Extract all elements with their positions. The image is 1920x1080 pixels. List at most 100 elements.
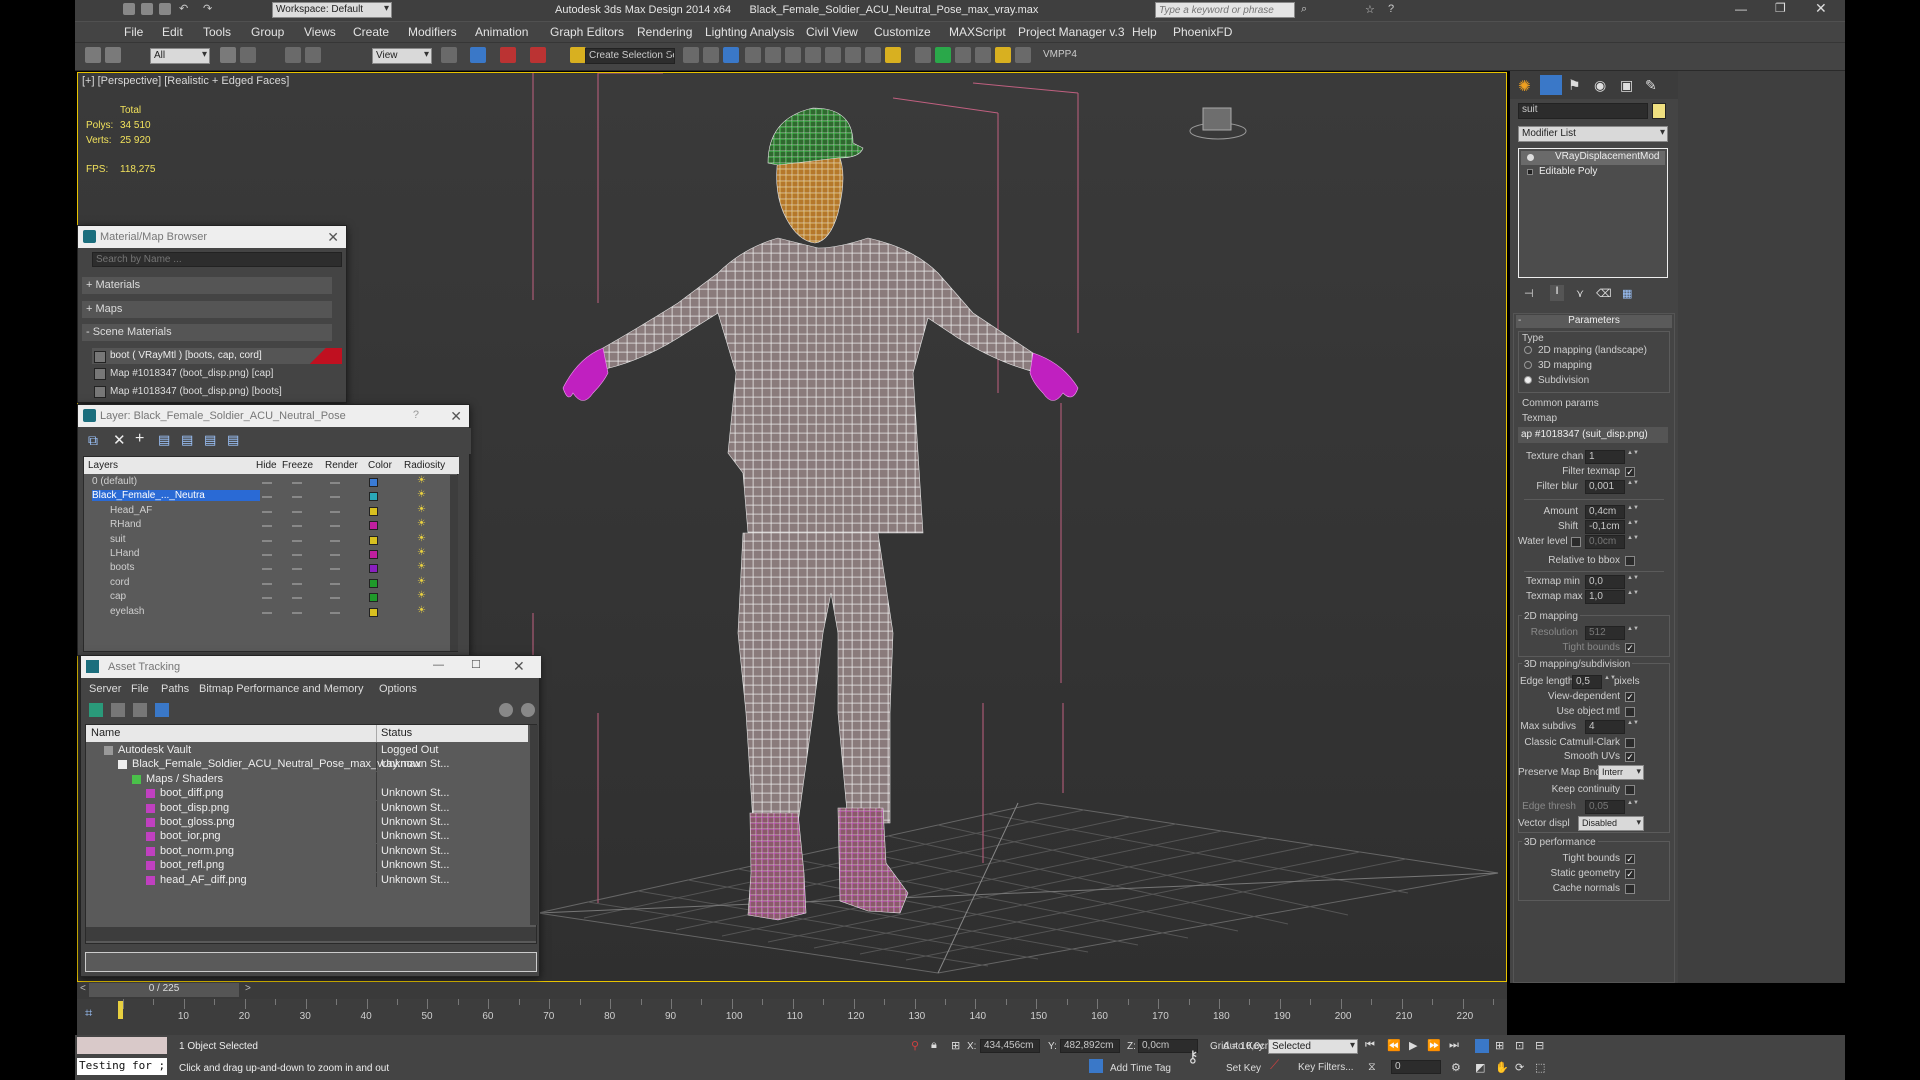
radiosity-icon[interactable]: ☀ (417, 475, 426, 486)
render-toggle-icon[interactable] (330, 582, 340, 585)
preserve-map-dropdown[interactable]: Interr (1598, 765, 1644, 780)
column-status[interactable]: Status (376, 725, 416, 742)
previous-frame-icon[interactable]: ⏪ (1387, 1039, 1401, 1052)
freeze-toggle[interactable] (292, 482, 302, 484)
x-coordinate-field[interactable]: 434,456cm (980, 1039, 1040, 1053)
spinner-icon[interactable]: ▲▼ (1627, 520, 1639, 534)
pin-stack-icon[interactable]: ⊣ (1524, 287, 1534, 300)
layer-list[interactable]: Layers Hide Freeze Render Color Radiosit… (83, 456, 459, 652)
spinner-icon[interactable]: ▲▼ (1627, 720, 1639, 734)
object-color-swatch[interactable] (1652, 103, 1666, 119)
stack-item-vraydisplacement[interactable]: VRayDisplacementMod (1521, 151, 1665, 165)
radiosity-icon[interactable]: ☀ (417, 576, 426, 587)
asset-menu-options[interactable]: Options (379, 683, 417, 695)
radiosity-icon[interactable]: ☀ (417, 561, 426, 572)
time-configuration-icon[interactable]: ⚙ (1451, 1061, 1461, 1074)
utilities-tab-icon[interactable]: ✎ (1645, 77, 1657, 94)
freeze-toggle[interactable] (292, 510, 302, 513)
menu-modifiers[interactable]: Modifiers (408, 25, 457, 39)
spinner-icon[interactable]: ▲▼ (1604, 675, 1616, 689)
make-unique-icon[interactable]: ⋎ (1576, 287, 1584, 300)
link-icon[interactable] (85, 47, 101, 63)
redo-icon[interactable]: ↷ (203, 2, 212, 15)
go-to-start-icon[interactable]: ⏮ (1365, 1039, 1375, 1052)
asset-path-field[interactable] (85, 952, 537, 972)
texture-chan-field[interactable]: 1 (1585, 450, 1625, 464)
frame-counter[interactable]: 0 / 225 (89, 983, 239, 997)
binoculars-icon[interactable]: ⌕ (1301, 3, 1307, 16)
max-subdivs-field[interactable]: 4 (1585, 720, 1625, 734)
time-slider-next-icon[interactable]: > (245, 983, 251, 994)
vray-settings-icon[interactable] (955, 47, 971, 63)
layer-color-swatch[interactable] (369, 478, 378, 487)
asset-horizontal-scrollbar[interactable] (86, 927, 536, 941)
help-icon[interactable]: ? (413, 409, 419, 421)
layer-manager-icon[interactable] (723, 47, 739, 63)
render-toggle-icon[interactable] (330, 611, 340, 614)
menu-project-manager[interactable]: Project Manager v.3 (1018, 25, 1125, 39)
hide-toggle[interactable] (262, 554, 272, 556)
keep-continuity-checkbox[interactable] (1625, 785, 1635, 795)
freeze-toggle[interactable] (292, 496, 302, 499)
freeze-all-icon[interactable]: ▤ (227, 432, 239, 448)
hide-toggle[interactable] (262, 611, 272, 614)
close-icon[interactable]: ✕ (450, 408, 462, 425)
vector-disp-dropdown[interactable]: Disabled (1578, 816, 1644, 831)
maxscript-listener-input[interactable]: Testing for ; (77, 1058, 167, 1075)
texmap-button[interactable]: ap #1018347 (suit_disp.png) (1518, 427, 1668, 443)
named-selection-dropdown[interactable]: Create Selection Se (585, 48, 675, 64)
vmpp-label[interactable]: VMPP4 (1043, 49, 1077, 60)
help-settings-icon[interactable] (521, 703, 535, 717)
collapse-icon[interactable]: - (1518, 315, 1521, 326)
unlink-icon[interactable] (105, 47, 121, 63)
time-slider[interactable]: < 0 / 225 > (77, 982, 1507, 999)
layer-color-swatch[interactable] (369, 492, 378, 502)
star-icon[interactable]: ☆ (1365, 3, 1375, 16)
filter-blur-field[interactable]: 0,001 (1585, 480, 1625, 494)
maximize-viewport-icon[interactable]: ⬚ (1535, 1061, 1545, 1074)
object-name-field[interactable]: suit (1518, 103, 1648, 119)
asset-row[interactable]: head_AF_diff.png Unknown St... (86, 872, 528, 891)
menu-phoenixfd[interactable]: PhoenixFD (1173, 25, 1232, 39)
minimize-icon[interactable]: — (433, 659, 444, 671)
radiosity-icon[interactable]: ☀ (417, 590, 426, 601)
menu-file[interactable]: File (124, 25, 143, 39)
modifier-list-dropdown[interactable]: Modifier List (1518, 126, 1668, 142)
radiosity-icon[interactable]: ☀ (417, 489, 426, 500)
stack-item-editable-poly[interactable]: Editable Poly (1521, 166, 1665, 180)
material-item[interactable]: Map #1018347 (boot_disp.png) [cap] (92, 366, 342, 382)
edit-named-selection-icon[interactable] (570, 47, 586, 63)
render-toggle-icon[interactable] (330, 539, 340, 542)
modifier-stack[interactable]: VRayDisplacementMod Editable Poly (1518, 148, 1668, 278)
hide-toggle[interactable] (262, 582, 272, 585)
y-coordinate-field[interactable]: 482,892cm (1060, 1039, 1120, 1053)
layer-color-swatch[interactable] (369, 564, 378, 574)
layer-color-swatch[interactable] (369, 607, 378, 617)
render-toggle-icon[interactable] (330, 525, 340, 528)
spinner-icon[interactable]: ▲▼ (1627, 575, 1639, 589)
render-toggle-icon[interactable] (330, 554, 340, 556)
menu-create[interactable]: Create (353, 25, 389, 39)
configure-modifier-sets-icon[interactable]: ▦ (1622, 287, 1632, 300)
asset-menu-server[interactable]: Server (89, 683, 121, 695)
close-icon[interactable]: ✕ (1815, 0, 1827, 17)
vray-frame-buffer-icon[interactable] (915, 47, 931, 63)
layer-scrollbar[interactable] (450, 475, 458, 651)
snap-toggle-icon[interactable] (500, 47, 516, 63)
layer-color-swatch[interactable] (369, 578, 378, 588)
column-hide[interactable]: Hide (256, 460, 277, 471)
time-tag-icon[interactable] (1089, 1059, 1103, 1073)
help-icon[interactable] (499, 703, 513, 717)
menu-views[interactable]: Views (304, 25, 336, 39)
menu-group[interactable]: Group (251, 25, 284, 39)
scene-materials-rollout[interactable]: - Scene Materials (82, 324, 332, 341)
layer-row[interactable]: eyelash ☀ (84, 605, 452, 623)
default-tangent-icon[interactable]: ⟋ (1270, 1057, 1279, 1073)
hide-all-icon[interactable]: ▤ (204, 432, 216, 448)
layer-color-swatch[interactable] (369, 506, 378, 516)
render-toggle-icon[interactable] (330, 482, 340, 484)
zoom-extents-all-icon[interactable]: ⊟ (1535, 1039, 1544, 1052)
radio-subdivision[interactable] (1524, 376, 1532, 384)
orbit-icon[interactable]: ⟳ (1515, 1061, 1524, 1074)
radiosity-icon[interactable]: ☀ (417, 518, 426, 529)
